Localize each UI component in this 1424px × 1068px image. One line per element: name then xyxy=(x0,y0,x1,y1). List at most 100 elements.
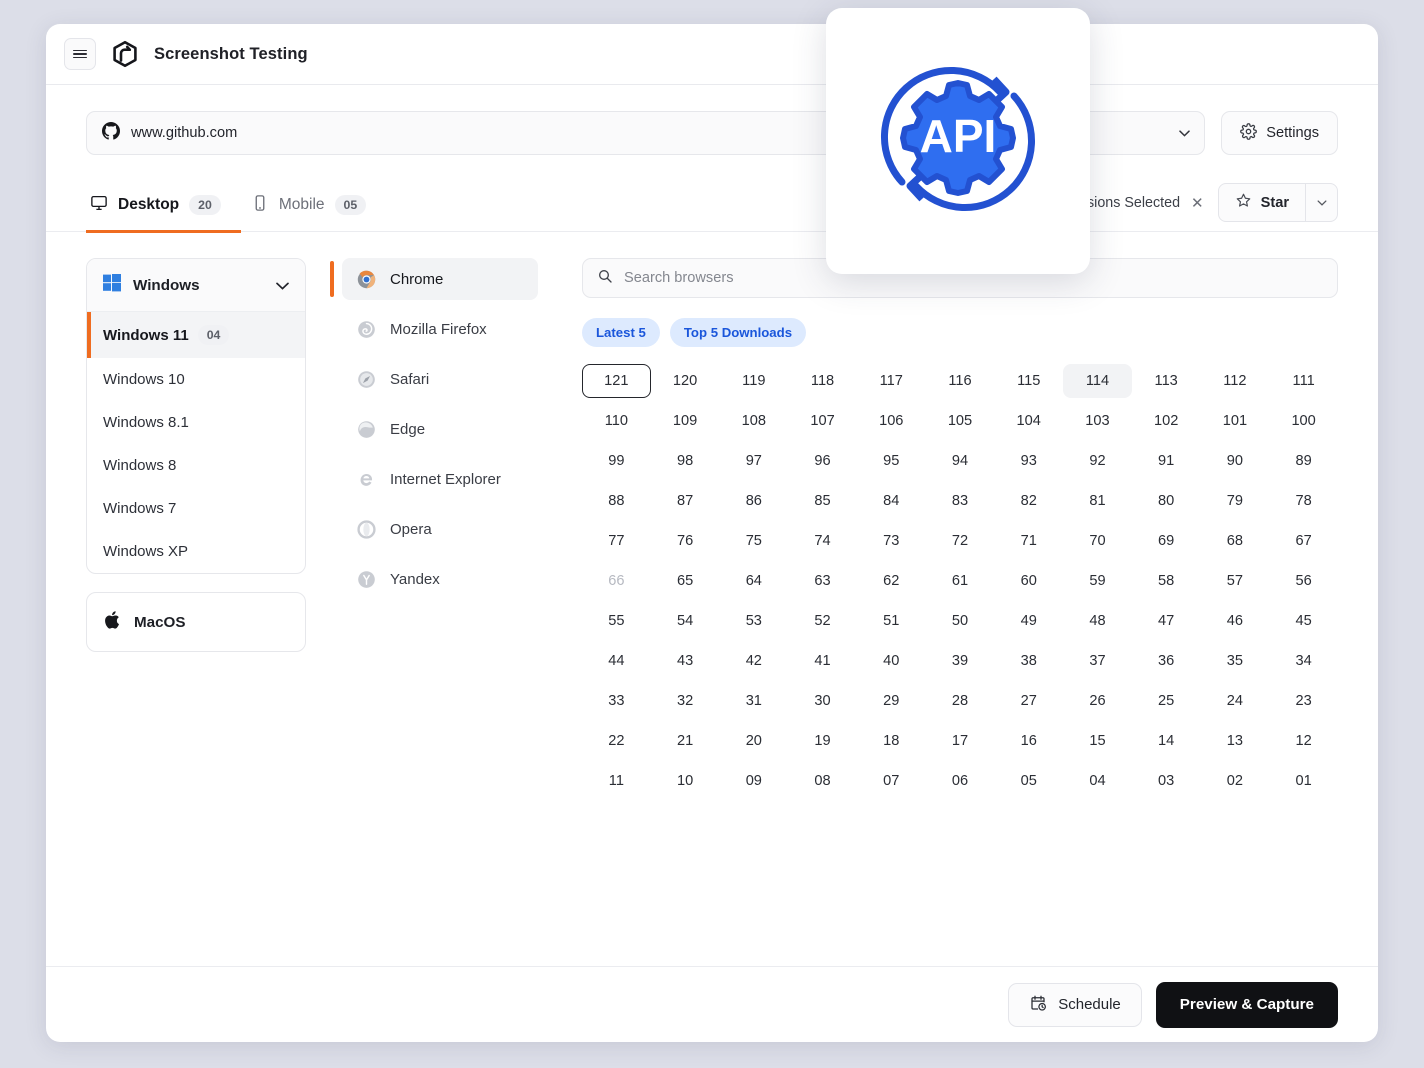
chip-top-5-downloads[interactable]: Top 5 Downloads xyxy=(670,318,806,347)
version-cell[interactable]: 22 xyxy=(582,724,651,758)
version-cell[interactable]: 33 xyxy=(582,684,651,718)
version-cell[interactable]: 89 xyxy=(1269,444,1338,478)
version-cell[interactable]: 25 xyxy=(1132,684,1201,718)
tab-mobile[interactable]: Mobile 05 xyxy=(247,186,380,233)
version-cell[interactable]: 35 xyxy=(1201,644,1270,678)
version-cell[interactable]: 119 xyxy=(719,364,788,398)
version-cell[interactable]: 117 xyxy=(857,364,926,398)
browser-item-yandex[interactable]: Yandex xyxy=(342,558,538,600)
version-cell[interactable]: 116 xyxy=(926,364,995,398)
close-icon[interactable]: ✕ xyxy=(1191,194,1204,212)
version-cell[interactable]: 118 xyxy=(788,364,857,398)
schedule-button[interactable]: Schedule xyxy=(1008,983,1142,1027)
version-cell[interactable]: 15 xyxy=(1063,724,1132,758)
version-cell[interactable]: 04 xyxy=(1063,764,1132,798)
version-cell[interactable]: 100 xyxy=(1269,404,1338,438)
version-cell[interactable]: 90 xyxy=(1201,444,1270,478)
browser-item-firefox[interactable]: Mozilla Firefox xyxy=(342,308,538,350)
version-cell[interactable]: 44 xyxy=(582,644,651,678)
version-cell[interactable]: 83 xyxy=(926,484,995,518)
os-item-windows-7[interactable]: Windows 7 xyxy=(87,487,305,530)
version-cell[interactable]: 23 xyxy=(1269,684,1338,718)
version-cell[interactable]: 45 xyxy=(1269,604,1338,638)
version-cell[interactable]: 77 xyxy=(582,524,651,558)
version-cell[interactable]: 67 xyxy=(1269,524,1338,558)
version-cell[interactable]: 54 xyxy=(651,604,720,638)
version-cell[interactable]: 49 xyxy=(994,604,1063,638)
version-cell[interactable]: 71 xyxy=(994,524,1063,558)
version-cell[interactable]: 68 xyxy=(1201,524,1270,558)
version-cell[interactable]: 85 xyxy=(788,484,857,518)
version-cell[interactable]: 84 xyxy=(857,484,926,518)
version-cell[interactable]: 48 xyxy=(1063,604,1132,638)
version-cell[interactable]: 50 xyxy=(926,604,995,638)
version-cell[interactable]: 80 xyxy=(1132,484,1201,518)
version-cell[interactable]: 112 xyxy=(1201,364,1270,398)
version-cell[interactable]: 97 xyxy=(719,444,788,478)
version-cell[interactable]: 105 xyxy=(926,404,995,438)
os-item-windows-10[interactable]: Windows 10 xyxy=(87,358,305,401)
version-cell[interactable]: 14 xyxy=(1132,724,1201,758)
version-cell[interactable]: 43 xyxy=(651,644,720,678)
browser-item-internet-explorer[interactable]: Internet Explorer xyxy=(342,458,538,500)
version-cell[interactable]: 21 xyxy=(651,724,720,758)
version-cell[interactable]: 07 xyxy=(857,764,926,798)
version-cell[interactable]: 103 xyxy=(1063,404,1132,438)
version-cell[interactable]: 61 xyxy=(926,564,995,598)
version-cell[interactable]: 12 xyxy=(1269,724,1338,758)
version-cell[interactable]: 18 xyxy=(857,724,926,758)
version-cell[interactable]: 20 xyxy=(719,724,788,758)
version-cell[interactable]: 74 xyxy=(788,524,857,558)
version-cell[interactable]: 73 xyxy=(857,524,926,558)
version-cell[interactable]: 01 xyxy=(1269,764,1338,798)
version-cell[interactable]: 02 xyxy=(1201,764,1270,798)
version-cell[interactable]: 104 xyxy=(994,404,1063,438)
version-cell[interactable]: 94 xyxy=(926,444,995,478)
version-cell[interactable]: 59 xyxy=(1063,564,1132,598)
star-dropdown-toggle[interactable] xyxy=(1305,184,1337,221)
version-cell[interactable]: 86 xyxy=(719,484,788,518)
version-cell[interactable]: 102 xyxy=(1132,404,1201,438)
version-cell[interactable]: 55 xyxy=(582,604,651,638)
version-cell[interactable]: 72 xyxy=(926,524,995,558)
version-cell[interactable]: 17 xyxy=(926,724,995,758)
version-cell[interactable]: 56 xyxy=(1269,564,1338,598)
version-cell[interactable]: 26 xyxy=(1063,684,1132,718)
preview-capture-button[interactable]: Preview & Capture xyxy=(1156,982,1338,1028)
browser-item-edge[interactable]: Edge xyxy=(342,408,538,450)
version-cell[interactable]: 91 xyxy=(1132,444,1201,478)
browser-item-safari[interactable]: Safari xyxy=(342,358,538,400)
version-cell[interactable]: 16 xyxy=(994,724,1063,758)
version-cell[interactable]: 24 xyxy=(1201,684,1270,718)
os-item-windows-11[interactable]: Windows 11 04 xyxy=(87,312,305,358)
version-cell[interactable]: 87 xyxy=(651,484,720,518)
version-cell[interactable]: 29 xyxy=(857,684,926,718)
version-cell[interactable]: 08 xyxy=(788,764,857,798)
version-cell[interactable]: 82 xyxy=(994,484,1063,518)
version-cell[interactable]: 53 xyxy=(719,604,788,638)
hamburger-icon[interactable] xyxy=(64,38,96,70)
version-cell[interactable]: 98 xyxy=(651,444,720,478)
version-cell[interactable]: 34 xyxy=(1269,644,1338,678)
version-cell[interactable]: 11 xyxy=(582,764,651,798)
version-cell[interactable]: 62 xyxy=(857,564,926,598)
tab-desktop[interactable]: Desktop 20 xyxy=(86,186,241,233)
version-cell[interactable]: 38 xyxy=(994,644,1063,678)
version-cell[interactable]: 57 xyxy=(1201,564,1270,598)
version-cell[interactable]: 69 xyxy=(1132,524,1201,558)
version-cell[interactable]: 81 xyxy=(1063,484,1132,518)
version-cell[interactable]: 46 xyxy=(1201,604,1270,638)
version-cell[interactable]: 114 xyxy=(1063,364,1132,398)
version-cell[interactable]: 92 xyxy=(1063,444,1132,478)
version-cell[interactable]: 06 xyxy=(926,764,995,798)
version-cell[interactable]: 64 xyxy=(719,564,788,598)
os-header-windows[interactable]: Windows xyxy=(87,259,305,312)
version-cell[interactable]: 95 xyxy=(857,444,926,478)
browser-item-opera[interactable]: Opera xyxy=(342,508,538,550)
version-cell[interactable]: 113 xyxy=(1132,364,1201,398)
version-cell[interactable]: 10 xyxy=(651,764,720,798)
version-cell[interactable]: 40 xyxy=(857,644,926,678)
star-button[interactable]: Star xyxy=(1219,184,1305,221)
version-cell[interactable]: 63 xyxy=(788,564,857,598)
version-cell[interactable]: 108 xyxy=(719,404,788,438)
